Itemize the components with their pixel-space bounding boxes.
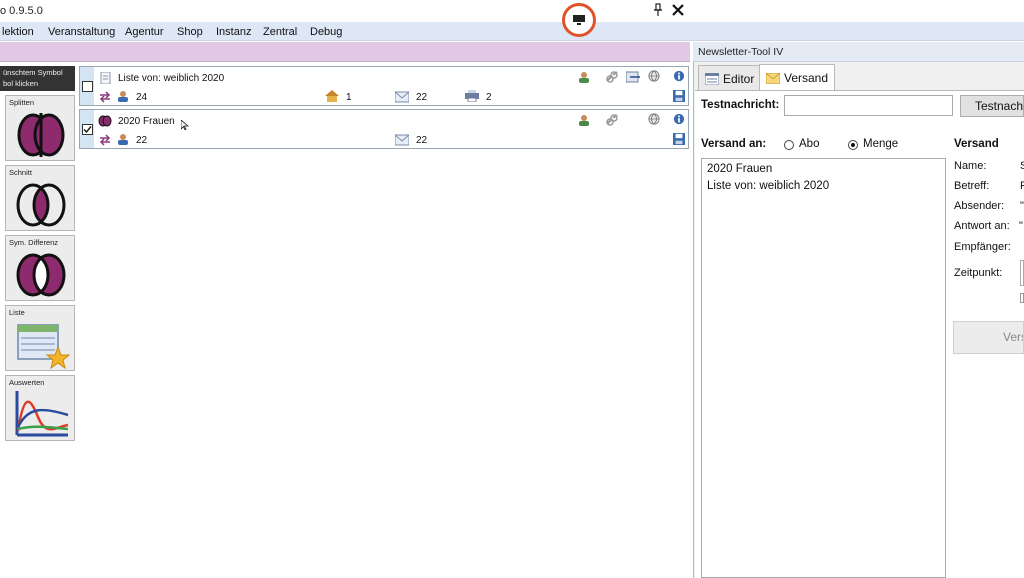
menu-item-veranstaltung[interactable]: Veranstaltung bbox=[48, 26, 115, 38]
list-item[interactable]: Liste von: weiblich 2020 bbox=[707, 180, 829, 192]
menu-item-instanz[interactable]: Instanz bbox=[216, 26, 251, 38]
panel-title: Newsletter-Tool IV bbox=[698, 46, 784, 58]
tab-label: Editor bbox=[723, 71, 755, 86]
recipient-list[interactable]: 2020 Frauen Liste von: weiblich 2020 bbox=[701, 158, 946, 578]
tool-sym-differenz[interactable]: Sym. Differenz bbox=[5, 235, 75, 301]
radio-menge[interactable] bbox=[848, 140, 858, 150]
radio-abo[interactable] bbox=[784, 140, 794, 150]
link-icon[interactable] bbox=[605, 114, 619, 126]
document-icon bbox=[100, 72, 111, 84]
app-title: o 0.9.5.0 bbox=[0, 5, 43, 17]
reply-to-label: Antwort an: bbox=[954, 220, 1010, 232]
subject-value: F bbox=[1020, 180, 1024, 192]
mail-icon bbox=[395, 91, 409, 103]
list-item[interactable]: 2020 Frauen 22 22 bbox=[79, 109, 689, 149]
tool-hint: ünschtem Symbol bol klicken bbox=[0, 66, 75, 91]
info-icon[interactable] bbox=[672, 113, 686, 125]
intersection-icon bbox=[16, 183, 66, 227]
menu-item-agentur[interactable]: Agentur bbox=[125, 26, 164, 38]
mail-count: 22 bbox=[416, 135, 428, 146]
person-icon bbox=[118, 134, 128, 145]
editor-icon bbox=[705, 72, 719, 85]
globe-icon[interactable] bbox=[647, 70, 661, 82]
export-icon[interactable] bbox=[626, 71, 640, 83]
tool-splitten[interactable]: Splitten bbox=[5, 95, 75, 161]
send-info-heading: Versand bbox=[954, 138, 999, 150]
link-icon[interactable] bbox=[605, 71, 619, 83]
mouse-cursor-icon bbox=[181, 120, 189, 130]
symmetric-difference-icon bbox=[16, 253, 66, 297]
sync-icon bbox=[99, 134, 111, 146]
house-count: 1 bbox=[346, 92, 352, 103]
reply-to-value: " bbox=[1019, 220, 1023, 232]
name-label: Name: bbox=[954, 160, 987, 172]
sync-icon bbox=[99, 91, 111, 103]
schedule-label: Zeitpunkt: bbox=[954, 267, 1003, 279]
envelope-icon bbox=[766, 72, 780, 84]
list-checkbox[interactable] bbox=[82, 81, 93, 92]
split-set-icon bbox=[98, 115, 112, 127]
save-icon[interactable] bbox=[672, 90, 686, 102]
list-checkbox[interactable] bbox=[82, 124, 93, 135]
list-name: 2020 Frauen bbox=[118, 116, 175, 127]
lists-pane-header bbox=[0, 42, 690, 62]
house-icon bbox=[325, 90, 339, 102]
tool-label: Schnitt bbox=[9, 168, 32, 177]
sender-value: " bbox=[1020, 200, 1024, 212]
user-edit-icon[interactable] bbox=[577, 114, 591, 126]
tool-label: Auswerten bbox=[9, 378, 45, 387]
menu-bar: lektion Veranstaltung Agentur Shop Insta… bbox=[0, 22, 1024, 41]
person-icon bbox=[118, 91, 128, 102]
subject-label: Betreff: bbox=[954, 180, 990, 192]
tool-label: Liste bbox=[9, 308, 25, 317]
radio-abo-label[interactable]: Abo bbox=[799, 138, 819, 150]
tab-label: Versand bbox=[784, 71, 829, 85]
mail-count: 22 bbox=[416, 92, 428, 103]
send-test-button[interactable]: Testnachr bbox=[960, 95, 1024, 117]
tab-versand[interactable]: Versand bbox=[759, 64, 836, 91]
list-name: Liste von: weiblich 2020 bbox=[118, 73, 225, 84]
menu-item-zentral[interactable]: Zentral bbox=[263, 26, 297, 38]
title-bar bbox=[0, 0, 1024, 22]
list-star-icon bbox=[17, 324, 70, 369]
person-count: 24 bbox=[136, 92, 148, 103]
list-item[interactable]: Liste von: weiblich 2020 24 1 22 2 bbox=[79, 66, 689, 106]
send-button[interactable]: Vers bbox=[953, 321, 1024, 354]
person-count: 22 bbox=[136, 135, 148, 146]
test-message-label: Testnachricht: bbox=[701, 99, 780, 111]
split-icon bbox=[17, 113, 65, 157]
tool-label: Splitten bbox=[9, 98, 35, 107]
menu-item-debug[interactable]: Debug bbox=[310, 26, 342, 38]
test-message-input[interactable] bbox=[784, 95, 953, 116]
chart-icon bbox=[15, 391, 69, 437]
name-value: S bbox=[1020, 160, 1024, 172]
tab-editor[interactable]: Editor bbox=[698, 65, 762, 91]
pin-icon[interactable] bbox=[652, 3, 664, 17]
extra-count: 2 bbox=[486, 92, 492, 103]
info-icon[interactable] bbox=[672, 70, 686, 82]
send-to-label: Versand an: bbox=[701, 138, 767, 150]
close-icon[interactable] bbox=[670, 2, 686, 18]
check-icon bbox=[83, 126, 92, 134]
list-item[interactable]: 2020 Frauen bbox=[707, 163, 772, 175]
tool-liste[interactable]: Liste bbox=[5, 305, 75, 371]
user-edit-icon[interactable] bbox=[577, 71, 591, 83]
mail-icon bbox=[395, 134, 409, 146]
schedule-checkbox[interactable] bbox=[1020, 293, 1024, 303]
globe-icon[interactable] bbox=[647, 113, 661, 125]
recipients-label: Empfänger: bbox=[954, 241, 1011, 253]
tool-auswerten[interactable]: Auswerten bbox=[5, 375, 75, 441]
tool-label: Sym. Differenz bbox=[9, 238, 59, 247]
radio-menge-label[interactable]: Menge bbox=[863, 138, 898, 150]
save-icon[interactable] bbox=[672, 133, 686, 145]
schedule-input[interactable] bbox=[1020, 260, 1024, 286]
menu-item-lektion[interactable]: lektion bbox=[2, 26, 34, 38]
monitor-icon bbox=[573, 15, 585, 25]
sender-label: Absender: bbox=[954, 200, 1005, 212]
tool-schnitt[interactable]: Schnitt bbox=[5, 165, 75, 231]
printer-icon bbox=[465, 90, 479, 102]
menu-item-shop[interactable]: Shop bbox=[177, 26, 203, 38]
screen-cast-button[interactable] bbox=[562, 3, 596, 37]
